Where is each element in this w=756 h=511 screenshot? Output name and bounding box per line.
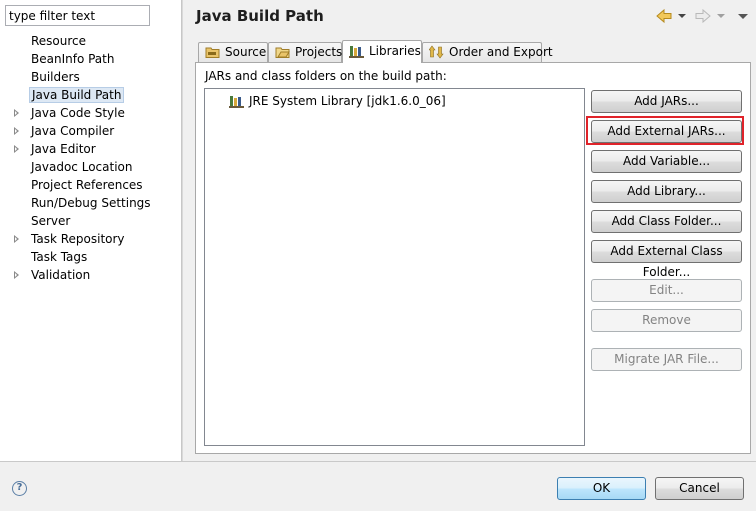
tree-item-run-debug-settings[interactable]: Run/Debug Settings	[0, 194, 181, 212]
tree-item-label: Java Code Style	[31, 106, 125, 120]
migrate-jar-button[interactable]: Migrate JAR File...	[591, 348, 742, 371]
add-external-class-folder-button[interactable]: Add External Class Folder...	[591, 240, 742, 279]
tab-label: Source	[225, 45, 267, 59]
tree-item-task-tags[interactable]: Task Tags	[0, 248, 181, 266]
tree-item-label: Javadoc Location	[31, 160, 133, 174]
tree-item-builders[interactable]: Builders	[0, 68, 181, 86]
tree-item-java-compiler[interactable]: Java Compiler	[0, 122, 181, 140]
cancel-button[interactable]: Cancel	[655, 477, 744, 500]
tree-item-label: Validation	[31, 268, 91, 282]
libraries-tab-panel: JARs and class folders on the build path…	[195, 62, 751, 454]
footer-separator	[0, 461, 756, 462]
order-export-icon	[429, 45, 444, 59]
forward-dropdown-icon[interactable]	[716, 7, 726, 25]
add-variable-button[interactable]: Add Variable...	[591, 150, 742, 173]
tab-label: Projects	[295, 45, 343, 59]
add-external-jars-button[interactable]: Add External JARs...	[591, 120, 742, 143]
tree-item-javadoc-location[interactable]: Javadoc Location	[0, 158, 181, 176]
back-arrow-icon[interactable]	[655, 7, 673, 25]
library-entry-label: JRE System Library [jdk1.6.0_06]	[249, 94, 446, 108]
properties-tree: Resource BeanInfo Path Builders Java Bui…	[0, 32, 181, 284]
ok-button[interactable]: OK	[557, 477, 646, 500]
source-folder-icon	[205, 47, 220, 58]
add-jars-button[interactable]: Add JARs...	[591, 90, 742, 113]
expand-arrow-icon[interactable]	[14, 271, 19, 279]
tree-item-label: Project References	[31, 178, 143, 192]
tree-item-server[interactable]: Server	[0, 212, 181, 230]
add-library-button[interactable]: Add Library...	[591, 180, 742, 203]
forward-arrow-icon[interactable]	[694, 7, 712, 25]
tree-item-java-code-style[interactable]: Java Code Style	[0, 104, 181, 122]
tree-item-label: Resource	[31, 34, 87, 48]
tree-item-label: Run/Debug Settings	[31, 196, 151, 210]
tab-libraries[interactable]: Libraries	[342, 40, 422, 63]
tree-item-java-editor[interactable]: Java Editor	[0, 140, 181, 158]
expand-arrow-icon[interactable]	[14, 127, 19, 135]
tree-item-label: Java Compiler	[31, 124, 115, 138]
projects-icon	[275, 47, 290, 58]
tree-item-task-repository[interactable]: Task Repository	[0, 230, 181, 248]
history-navigation	[655, 7, 751, 25]
tree-item-label: Server	[31, 214, 71, 228]
expand-arrow-icon[interactable]	[14, 145, 19, 153]
tab-projects[interactable]: Projects	[268, 42, 342, 62]
tab-order-and-export[interactable]: Order and Export	[422, 42, 553, 62]
expand-arrow-icon[interactable]	[14, 109, 19, 117]
tab-source[interactable]: Source	[198, 42, 268, 62]
tree-item-label: Java Editor	[31, 142, 96, 156]
tree-item-label: Task Repository	[31, 232, 125, 246]
filter-input[interactable]	[5, 5, 150, 26]
back-dropdown-icon[interactable]	[677, 7, 687, 25]
add-class-folder-button[interactable]: Add Class Folder...	[591, 210, 742, 233]
tree-item-project-references[interactable]: Project References	[0, 176, 181, 194]
expand-arrow-icon[interactable]	[14, 235, 19, 243]
tree-item-label: Task Tags	[31, 250, 88, 264]
build-path-caption: JARs and class folders on the build path…	[205, 69, 447, 83]
help-icon[interactable]: ?	[12, 481, 27, 496]
page-title: Java Build Path	[196, 7, 324, 25]
tree-item-label: BeanInfo Path	[31, 52, 115, 66]
list-item[interactable]: JRE System Library [jdk1.6.0_06]	[229, 92, 446, 110]
tab-label: Order and Export	[449, 45, 553, 59]
tree-item-java-build-path[interactable]: Java Build Path	[0, 86, 181, 104]
tree-item-label: Builders	[31, 70, 80, 84]
remove-button[interactable]: Remove	[591, 309, 742, 332]
library-list[interactable]: JRE System Library [jdk1.6.0_06]	[204, 88, 585, 446]
tree-item-label: Java Build Path	[29, 87, 125, 103]
tree-item-validation[interactable]: Validation	[0, 266, 181, 284]
panel-splitter[interactable]	[181, 0, 183, 461]
properties-tree-panel: Resource BeanInfo Path Builders Java Bui…	[0, 0, 181, 461]
tree-item-beaninfo-path[interactable]: BeanInfo Path	[0, 50, 181, 68]
view-menu-icon[interactable]	[737, 7, 749, 25]
tree-item-resource[interactable]: Resource	[0, 32, 181, 50]
jre-library-icon	[229, 96, 244, 108]
tab-label: Libraries	[369, 44, 421, 58]
edit-button[interactable]: Edit...	[591, 279, 742, 302]
libraries-icon	[349, 46, 364, 58]
